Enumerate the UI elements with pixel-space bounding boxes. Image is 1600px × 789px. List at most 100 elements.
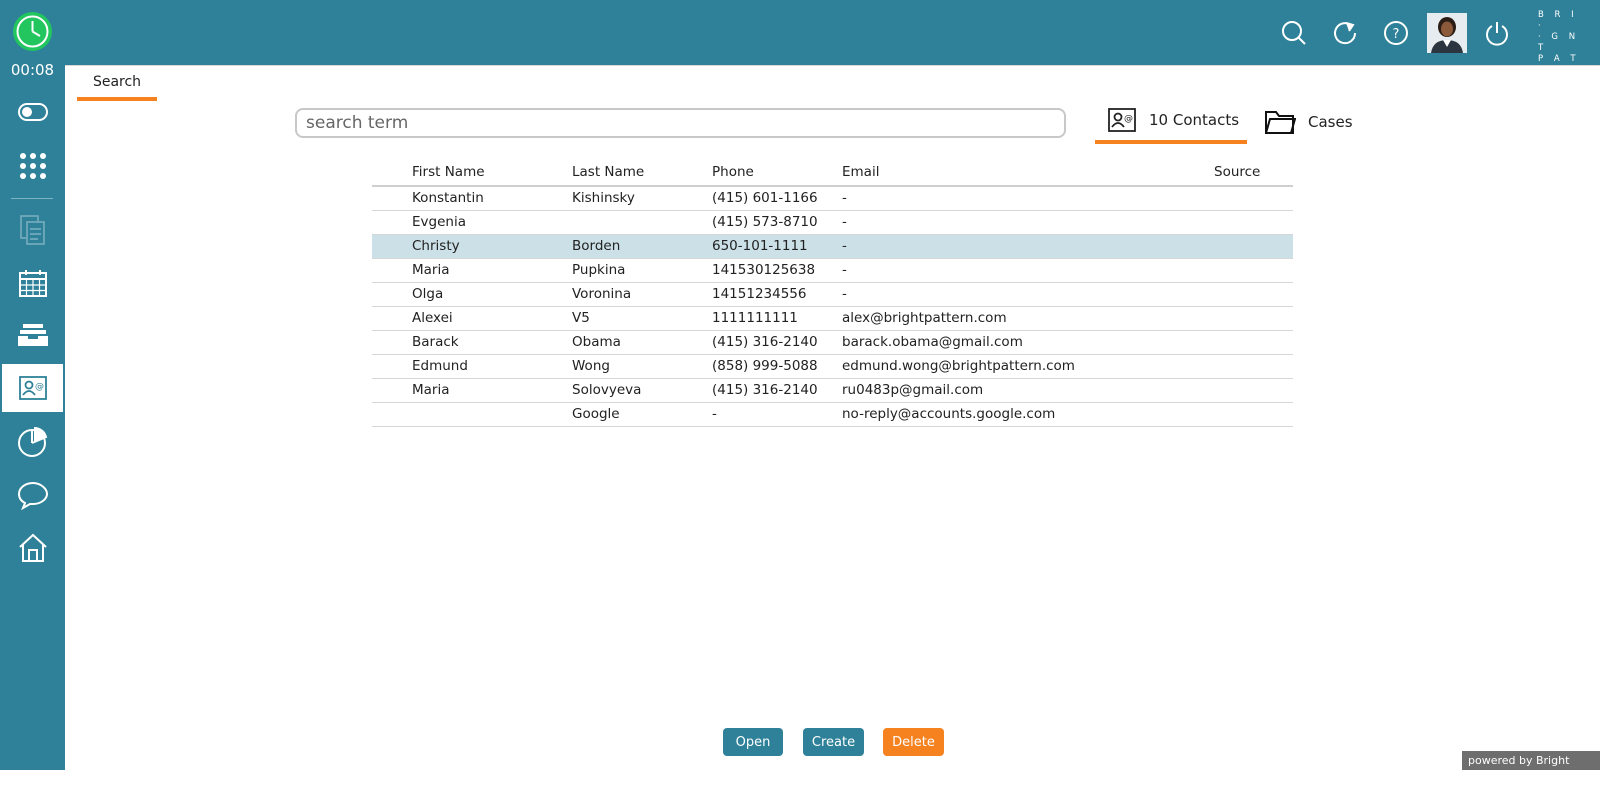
table-cell — [572, 210, 712, 235]
contacts-table: First Name Last Name Phone Email Source … — [372, 158, 1293, 427]
dialpad-button[interactable] — [0, 142, 65, 190]
table-cell: - — [842, 258, 1214, 283]
table-cell: Google — [572, 402, 712, 427]
table-row[interactable]: Evgenia (415) 573-8710- — [372, 210, 1293, 235]
table-cell: Maria — [412, 378, 572, 403]
table-cell: Olga — [412, 282, 572, 307]
table-row[interactable]: Edmund Wong (858) 999-5088 edmund.wong@brig… — [372, 354, 1293, 379]
table-cell: - — [842, 210, 1214, 235]
powered-by-footer: powered by Bright Pattern — [1462, 751, 1600, 786]
table-cell: Wong — [572, 354, 712, 379]
refresh-button[interactable] — [1328, 16, 1362, 50]
clock-icon — [13, 12, 52, 51]
tab-cases[interactable]: Cases — [1262, 100, 1362, 144]
table-cell — [1214, 402, 1293, 427]
reports-button[interactable] — [0, 418, 65, 466]
documents-button[interactable] — [0, 206, 65, 254]
table-cell: 1111111111 — [712, 306, 842, 331]
column-header[interactable]: Last Name — [572, 158, 712, 187]
table-cell: Edmund — [412, 354, 572, 379]
home-button[interactable] — [0, 524, 65, 572]
table-cell: no-reply@accounts.google.com — [842, 402, 1214, 427]
tray-icon — [17, 324, 48, 346]
column-header[interactable]: Email — [842, 158, 1214, 187]
table-cell: edmund.wong@brightpattern.com — [842, 354, 1214, 379]
table-cell: Alexei — [412, 306, 572, 331]
table-row[interactable]: Google - no-reply@accounts.google.com — [372, 402, 1293, 427]
svg-text:@: @ — [35, 382, 44, 392]
power-icon — [1486, 22, 1508, 46]
folder-icon — [1265, 111, 1296, 134]
table-cell: - — [842, 186, 1214, 211]
calendar-icon — [18, 270, 47, 297]
logout-button[interactable] — [1480, 16, 1514, 50]
logo-line: T E R N — [1538, 76, 1580, 97]
table-cell — [1214, 378, 1293, 403]
table-cell — [1214, 186, 1293, 211]
table-cell: Konstantin — [412, 186, 572, 211]
column-header[interactable]: Phone — [712, 158, 842, 187]
dialpad-icon — [19, 153, 46, 179]
refresh-icon — [1334, 22, 1357, 45]
user-photo-icon — [1427, 13, 1467, 53]
table-row[interactable]: Konstantin Kishinsky (415) 601-1166- — [372, 186, 1293, 211]
table-cell: (858) 999-5088 — [712, 354, 842, 379]
chat-icon — [17, 481, 48, 510]
delete-button[interactable]: Delete — [883, 728, 944, 756]
tab-cases-label: Cases — [1308, 113, 1353, 131]
tab-search[interactable]: Search — [77, 67, 157, 101]
table-cell — [1214, 330, 1293, 355]
table-cell: barack.obama@gmail.com — [842, 330, 1214, 355]
table-cell — [1214, 354, 1293, 379]
help-button[interactable]: ? — [1379, 16, 1413, 50]
table-cell: Barack — [412, 330, 572, 355]
table-cell: Kishinsky — [572, 186, 712, 211]
table-cell — [1214, 282, 1293, 307]
table-row[interactable]: Christy Borden 650-101-1111- — [372, 234, 1293, 259]
tab-contacts[interactable]: @ 10 Contacts — [1095, 100, 1247, 144]
tab-contacts-label: 10 Contacts — [1149, 111, 1240, 129]
contacts-icon: @ — [18, 376, 47, 400]
table-cell: - — [842, 234, 1214, 259]
table-cell: - — [842, 282, 1214, 307]
table-row[interactable]: Olga Voronina 14151234556- — [372, 282, 1293, 307]
table-cell: Maria — [412, 258, 572, 283]
search-button[interactable] — [1277, 16, 1311, 50]
table-cell: Evgenia — [412, 210, 572, 235]
table-cell: Voronina — [572, 282, 712, 307]
table-cell — [1214, 306, 1293, 331]
tray-button[interactable] — [0, 311, 65, 359]
chat-button[interactable] — [0, 471, 65, 519]
table-row[interactable]: Maria Pupkina 141530125638- — [372, 258, 1293, 283]
table-cell: Obama — [572, 330, 712, 355]
table-cell: ru0483p@gmail.com — [842, 378, 1214, 403]
open-button[interactable]: Open — [723, 728, 783, 756]
table-row[interactable]: Maria Solovyeva (415) 316-2140 ru0483p@gmai… — [372, 378, 1293, 403]
table-row[interactable]: Barack Obama (415) 316-2140 barack.obama@gm… — [372, 330, 1293, 355]
table-cell: (415) 601-1166 — [712, 186, 842, 211]
contacts-button[interactable]: @ — [2, 364, 63, 412]
table-cell: 141530125638 — [712, 258, 842, 283]
table-cell: 650-101-1111 — [712, 234, 842, 259]
table-cell: (415) 316-2140 — [712, 330, 842, 355]
table-cell: (415) 316-2140 — [712, 378, 842, 403]
contacts-icon: @ — [1108, 108, 1136, 132]
table-cell: alex@brightpattern.com — [842, 306, 1214, 331]
table-cell: Borden — [572, 234, 712, 259]
column-header[interactable]: First Name — [412, 158, 572, 187]
table-cell: Pupkina — [572, 258, 712, 283]
svg-text:@: @ — [1124, 114, 1133, 124]
table-cell: V5 — [572, 306, 712, 331]
status-toggle[interactable] — [0, 88, 65, 136]
table-header-row: First Name Last Name Phone Email Source — [372, 158, 1293, 187]
calendar-button[interactable] — [0, 259, 65, 307]
sidebar-divider — [11, 198, 53, 199]
avatar[interactable] — [1427, 13, 1467, 53]
create-button[interactable]: Create — [803, 728, 864, 756]
table-cell — [1214, 234, 1293, 259]
home-icon — [18, 533, 47, 562]
search-input[interactable] — [295, 108, 1066, 138]
column-header[interactable]: Source — [1214, 158, 1293, 187]
table-row[interactable]: Alexei V5 1111111111 alex@brightpattern.com — [372, 306, 1293, 331]
toggle-icon — [17, 103, 48, 121]
